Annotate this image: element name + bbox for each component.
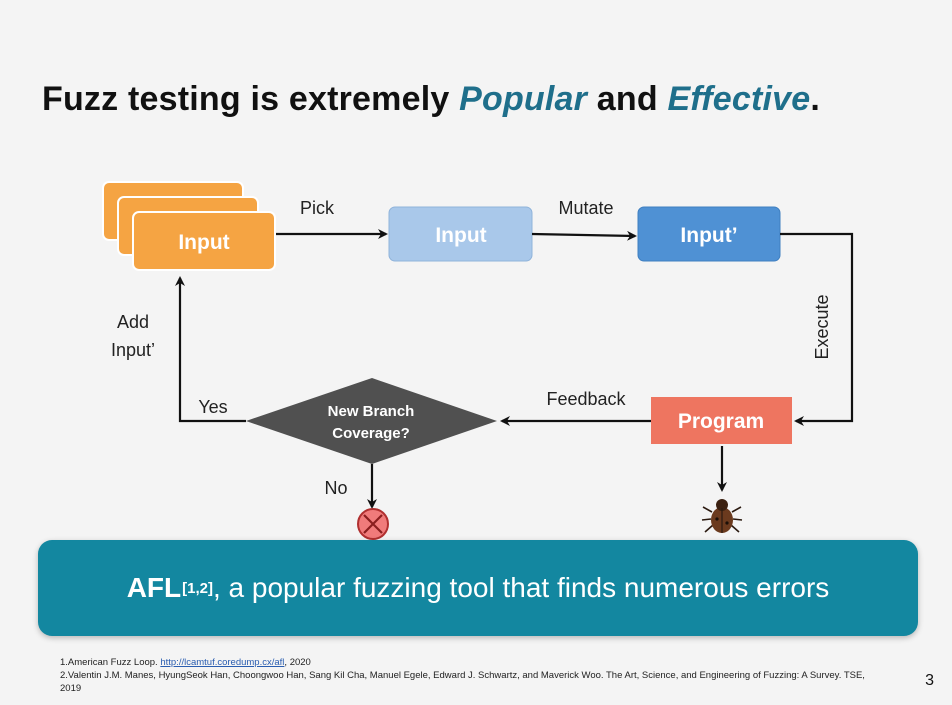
- picked-input-label: Input: [435, 224, 486, 247]
- coverage-decision: New Branch Coverage?: [246, 378, 497, 464]
- reference-1-year: , 2020: [284, 657, 311, 668]
- label-yes: Yes: [198, 397, 227, 417]
- label-no: No: [324, 478, 347, 498]
- label-mutate: Mutate: [558, 198, 613, 218]
- label-add-line1: Add: [117, 312, 149, 332]
- seed-input-stack: Input: [102, 181, 276, 271]
- afl-banner: AFL [1,2] , a popular fuzzing tool that f…: [38, 540, 918, 636]
- label-feedback: Feedback: [546, 389, 626, 409]
- reference-1-link[interactable]: http://lcamtuf.coredump.cx/afl: [160, 657, 284, 668]
- reference-2: 2.Valentin J.M. Manes, HyungSeok Han, Ch…: [60, 670, 865, 694]
- label-pick: Pick: [300, 198, 335, 218]
- mutated-input-label: Input’: [680, 224, 737, 247]
- decision-line1: New Branch: [328, 403, 415, 420]
- reference-1-text: 1.American Fuzz Loop.: [60, 657, 161, 668]
- label-execute: Execute: [812, 294, 832, 359]
- seed-input-label: Input: [178, 231, 229, 254]
- slide: Fuzz testing is extremely Popular and Ef…: [0, 0, 952, 705]
- decision-diamond: [246, 378, 497, 464]
- banner-citation: [1,2]: [182, 579, 213, 597]
- banner-text: , a popular fuzzing tool that finds nume…: [212, 572, 830, 603]
- picked-input-box: Input: [388, 206, 533, 262]
- decision-line2: Coverage?: [332, 425, 410, 442]
- banner-afl: AFL: [126, 572, 182, 603]
- reference-1: 1.American Fuzz Loop. http://lcamtuf.cor…: [60, 656, 880, 669]
- discard-icon: [357, 508, 389, 540]
- mutated-input-box: Input’: [637, 206, 781, 262]
- arrow-mutate: [531, 230, 637, 241]
- bug-icon: [701, 499, 743, 533]
- label-add-line2: Input’: [111, 340, 155, 360]
- page-number: 3: [925, 672, 934, 689]
- references: 1.American Fuzz Loop. http://lcamtuf.cor…: [60, 656, 880, 695]
- program-box: Program: [651, 397, 792, 444]
- program-label: Program: [678, 410, 764, 433]
